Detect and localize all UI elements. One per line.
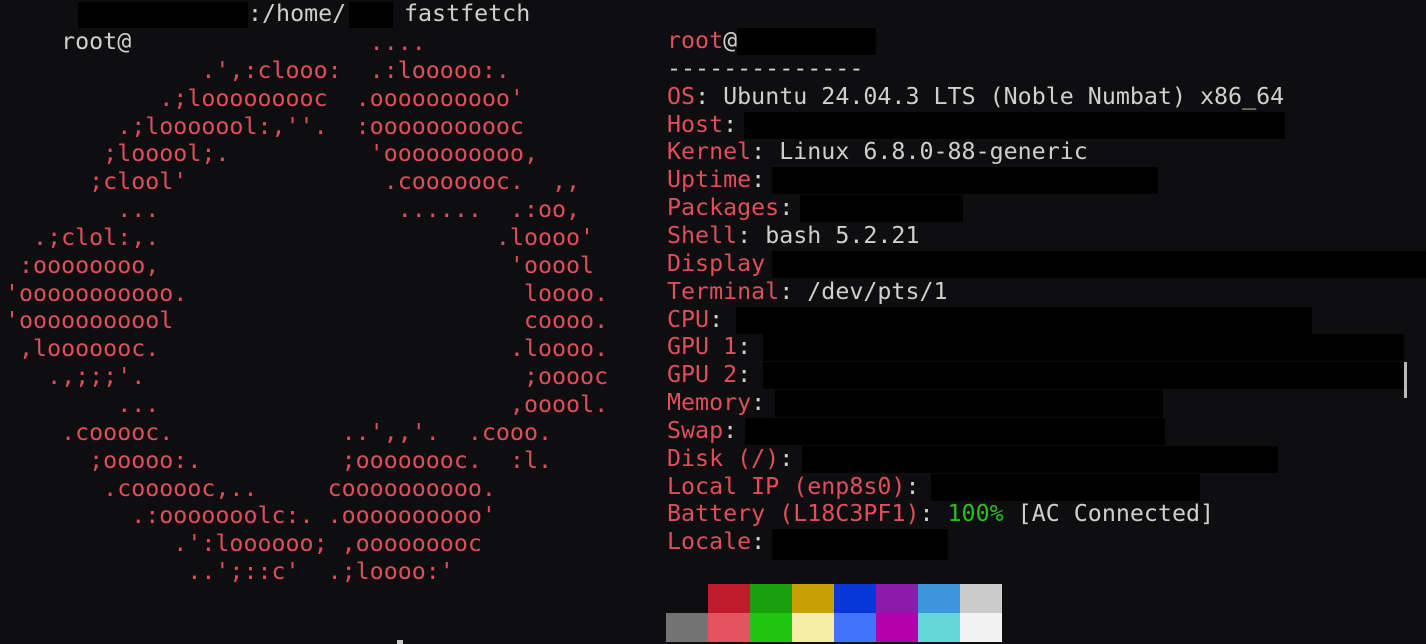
info-row-swap: Swap: — [667, 417, 751, 445]
info-value: bash 5.2.21 — [765, 221, 920, 249]
palette-row2-blue — [834, 613, 876, 642]
info-row-uptime: Uptime: — [667, 166, 779, 194]
redaction-box — [78, 2, 248, 28]
info-key: Swap — [667, 416, 724, 444]
info-key: Kernel — [667, 138, 752, 166]
info-key: Memory — [667, 389, 752, 417]
info-row-kernel: Kernel: Linux 6.8.0-88-generic — [667, 138, 1088, 166]
palette-row1-yellow — [792, 584, 834, 613]
info-value: Linux 6.8.0-88-generic — [779, 138, 1088, 166]
info-row-host: Host: — [667, 111, 751, 139]
info-key: Packages — [667, 194, 780, 222]
palette-row1-green — [750, 584, 792, 613]
info-row-shell: Shell: bash 5.2.21 — [667, 222, 920, 250]
info-key: Shell — [667, 221, 738, 249]
info-separator: -------------- — [667, 54, 864, 82]
info-key: OS — [667, 82, 696, 110]
info-key: Uptime — [667, 166, 752, 194]
palette-row1-red — [708, 584, 750, 613]
info-value: /dev/pts/1 — [807, 277, 948, 305]
battery-status: [AC Connected] — [1003, 500, 1215, 528]
info-colon: : — [737, 221, 766, 249]
info-row-title: root@ — [667, 27, 737, 55]
palette-row2-magenta — [876, 613, 918, 642]
info-row-terminal: Terminal: /dev/pts/1 — [667, 278, 948, 306]
palette-row2-black — [666, 613, 708, 642]
info-key: GPU 1 — [667, 333, 738, 361]
prompt-command: fastfetch — [404, 0, 531, 27]
info-row-display: Display — [667, 250, 765, 278]
clipped-next-line — [397, 640, 403, 644]
redaction-box — [744, 111, 1285, 139]
palette-row2-red — [708, 613, 750, 642]
redaction-box — [800, 195, 963, 223]
info-row-packages: Packages: — [667, 194, 807, 222]
info-key: Local IP (enp8s0) — [667, 472, 906, 500]
redaction-box — [772, 529, 948, 561]
info-key: Host — [667, 110, 724, 138]
info-colon: : — [905, 472, 934, 500]
redaction-box — [763, 362, 1404, 390]
info-colon: : — [751, 138, 780, 166]
info-row-local-ip-enp8s0: Local IP (enp8s0): — [667, 473, 934, 501]
info-row-memory: Memory: — [667, 389, 779, 417]
redaction-box — [775, 390, 1163, 418]
info-key: Battery (L18C3PF1) — [667, 500, 920, 528]
info-colon: : — [737, 361, 766, 389]
info-colon: : — [919, 500, 948, 528]
info-row-locale: Locale: — [667, 528, 779, 556]
redaction-box — [772, 250, 1426, 278]
palette-row2-green — [750, 613, 792, 642]
redaction-box — [763, 334, 1404, 362]
info-row-gpu-2: GPU 2: — [667, 361, 765, 389]
info-colon: : — [709, 305, 738, 333]
info-row-cpu: CPU: — [667, 306, 737, 334]
redaction-box — [737, 28, 876, 55]
info-row-os: OS: Ubuntu 24.04.3 LTS (Noble Numbat) x8… — [667, 83, 1284, 111]
redaction-box — [745, 417, 1165, 445]
info-key: Terminal — [667, 277, 780, 305]
title-username: root — [667, 27, 724, 54]
info-key: Disk (/) — [667, 444, 780, 472]
info-row-gpu-1: GPU 1: — [667, 333, 765, 361]
info-colon: : — [779, 277, 808, 305]
gpu2-cursor — [1404, 362, 1407, 398]
redaction-box — [802, 445, 1278, 473]
palette-row2-yellow — [792, 613, 834, 642]
info-row-battery-l18c3pf1: Battery (L18C3PF1): 100% [AC Connected] — [667, 500, 1214, 528]
palette-row1-blue — [834, 584, 876, 613]
info-colon: : — [737, 333, 766, 361]
ubuntu-ascii-logo: .... .',:clooo: .:looooo:. .;looooooooc … — [5, 29, 609, 586]
info-value: Ubuntu 24.04.3 LTS (Noble Numbat) x86_64 — [723, 82, 1285, 110]
prompt-path: :/home/ — [248, 0, 347, 27]
palette-row1-black — [666, 584, 708, 613]
battery-percentage: 100% — [947, 500, 1004, 528]
palette-row1-white — [960, 584, 1002, 613]
info-key: CPU — [667, 305, 710, 333]
info-key: Locale — [667, 528, 752, 556]
info-colon: : — [695, 82, 724, 110]
palette-row2-cyan — [918, 613, 960, 642]
redaction-box — [349, 2, 393, 28]
palette-row1-cyan — [918, 584, 960, 613]
info-key: GPU 2 — [667, 361, 738, 389]
terminal-window[interactable]: root@ :/home/ fastfetch .... .',:clooo: … — [0, 0, 1426, 644]
redaction-box — [931, 473, 1200, 501]
redaction-box — [772, 167, 1158, 195]
palette-row1-magenta — [876, 584, 918, 613]
info-key: Display — [667, 249, 766, 277]
title-at-sign: @ — [723, 27, 738, 54]
palette-row2-white — [960, 613, 1002, 642]
redaction-box — [736, 306, 1312, 334]
info-row-disk: Disk (/): — [667, 445, 807, 473]
